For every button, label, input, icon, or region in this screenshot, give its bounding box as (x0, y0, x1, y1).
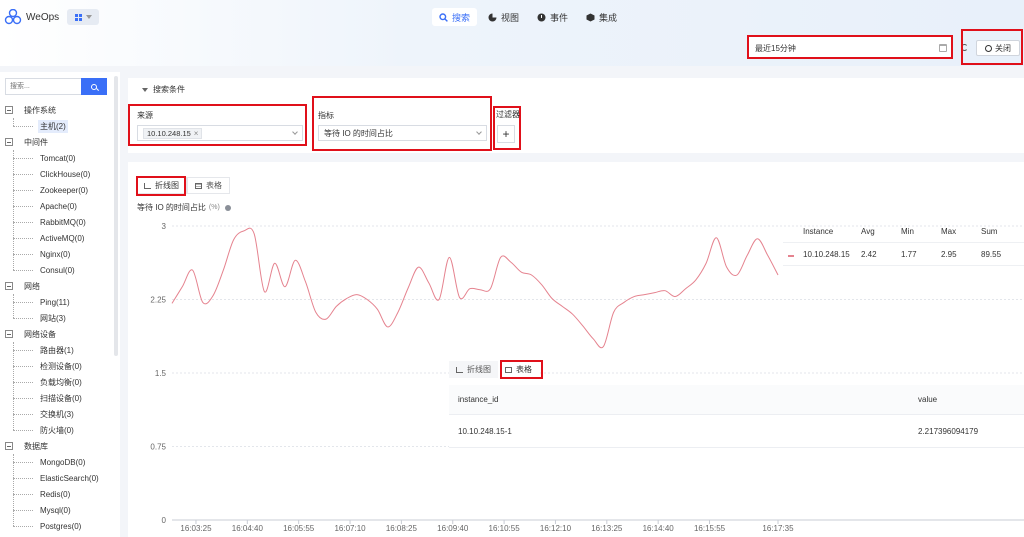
detail-value: 2.217396094179 (918, 426, 979, 436)
summary-avg: 2.42 (861, 249, 877, 259)
x-tick-label: 16:05:55 (283, 524, 315, 533)
summary-table: Instance Avg Min Max Sum 10.10.248.15 2.… (783, 220, 1024, 266)
line-chart-icon (456, 366, 463, 373)
series-swatch (788, 254, 794, 257)
y-tick-label: 3 (162, 222, 167, 231)
x-tick-label: 16:09:40 (437, 524, 469, 533)
x-tick-label: 16:03:25 (180, 524, 212, 533)
summary-header-sum: Sum (981, 226, 998, 236)
summary-header-max: Max (941, 226, 957, 236)
table-tab-highlight (500, 360, 543, 379)
summary-table-header: Instance Avg Min Max Sum (783, 220, 1024, 243)
y-tick-label: 0.75 (150, 443, 166, 452)
x-tick-label: 16:12:10 (540, 524, 572, 533)
detail-table: instance_id value 10.10.248.15-1 2.21739… (449, 385, 1024, 448)
y-tick-label: 0 (162, 516, 167, 525)
x-tick-label: 16:14:40 (643, 524, 675, 533)
x-tick-label: 16:15:55 (694, 524, 726, 533)
summary-header-instance: Instance (803, 226, 834, 236)
summary-instance: 10.10.248.15 (803, 249, 850, 259)
detail-instance-id: 10.10.248.15-1 (458, 426, 512, 436)
detail-header-instance-id: instance_id (458, 395, 499, 404)
y-tick-label: 1.5 (155, 369, 167, 378)
x-tick-label: 16:08:25 (386, 524, 418, 533)
y-tick-label: 2.25 (150, 296, 166, 305)
summary-table-row[interactable]: 10.10.248.15 2.42 1.77 2.95 89.55 (783, 243, 1024, 266)
line-chart: 3 2.25 1.5 0.75 0 16:03:25 16:04:40 16:05:55 16:… (150, 222, 1024, 533)
x-tick-label: 16:13:25 (591, 524, 623, 533)
table-row[interactable]: 10.10.248.15-1 2.217396094179 (449, 415, 1024, 448)
summary-sum: 89.55 (981, 249, 1002, 259)
x-tick-label: 16:07:10 (334, 524, 366, 533)
x-tick-label: 16:17:35 (762, 524, 794, 533)
series-line[interactable] (171, 227, 779, 349)
summary-header-min: Min (901, 226, 914, 236)
detail-header-value: value (918, 395, 938, 404)
tab-line-chart-2-label: 折线图 (467, 365, 491, 374)
x-tick-label: 16:04:40 (232, 524, 264, 533)
x-tick-label: 16:10:55 (489, 524, 521, 533)
tab-line-chart-2[interactable]: 折线图 (449, 361, 498, 378)
detail-table-header: instance_id value (449, 385, 1024, 415)
summary-header-avg: Avg (861, 226, 875, 236)
summary-max: 2.95 (941, 249, 957, 259)
summary-min: 1.77 (901, 249, 917, 259)
